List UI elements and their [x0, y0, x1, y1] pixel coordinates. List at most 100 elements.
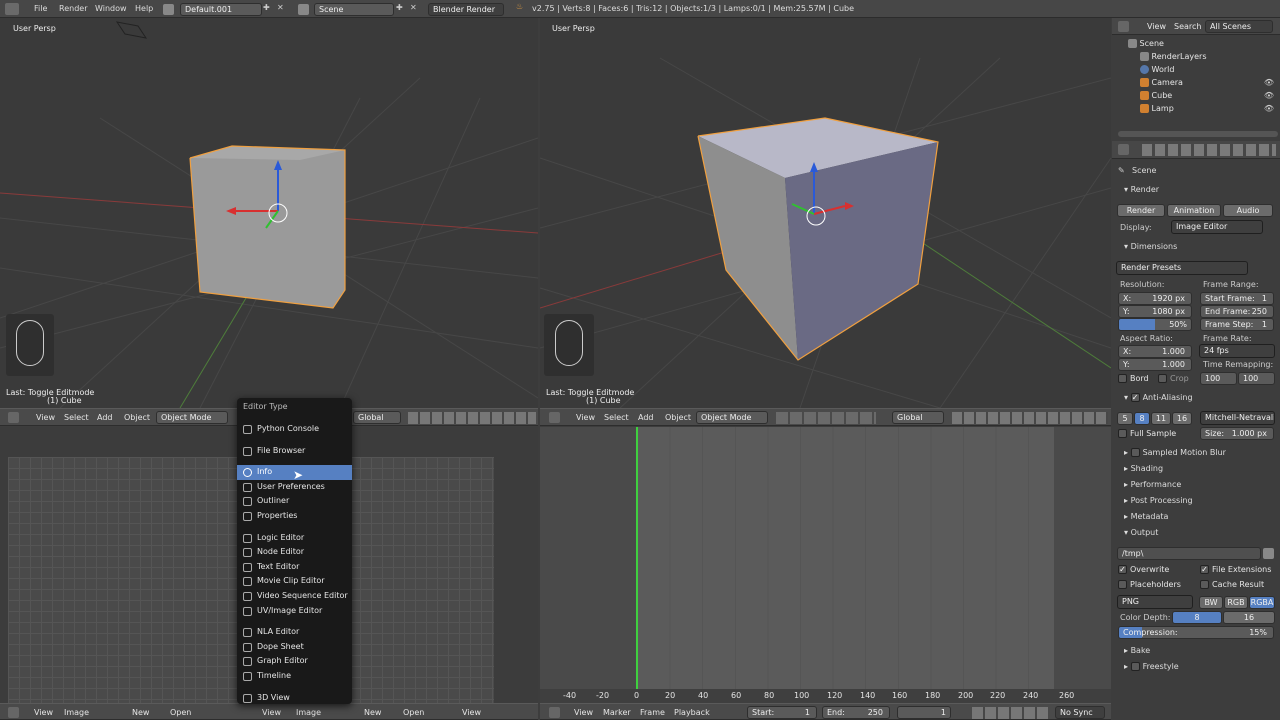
blender-logo-icon[interactable] — [5, 3, 19, 15]
menu-item-timeline[interactable]: Timeline — [237, 669, 352, 684]
open-image-button-2[interactable]: Open — [403, 708, 424, 717]
aa-samples-5[interactable]: 5 — [1117, 412, 1133, 425]
file-format-dropdown[interactable]: PNG — [1117, 595, 1193, 609]
render-button[interactable]: Render — [1117, 204, 1165, 217]
start-frame-field[interactable]: Start: 1 — [747, 706, 817, 719]
time-remap-new-field[interactable]: 100 — [1238, 372, 1275, 385]
outliner-scrollbar[interactable] — [1118, 131, 1278, 137]
start-frame-field[interactable]: Start Frame: 1 — [1200, 292, 1274, 305]
menu-view[interactable]: View — [576, 413, 595, 422]
menu-item-logic-editor[interactable]: Logic Editor — [237, 531, 352, 546]
menu-item-nla-editor[interactable]: NLA Editor — [237, 625, 352, 640]
menu-frame[interactable]: Frame — [640, 708, 665, 717]
render-presets-dropdown[interactable]: Render Presets — [1116, 261, 1248, 275]
file-extensions-checkbox[interactable]: ✓ File Extensions — [1200, 565, 1271, 574]
panel-shading-header[interactable]: ▸ Shading — [1114, 462, 1280, 476]
add-scene-icon[interactable]: ✚ — [396, 3, 403, 12]
properties-context-tabs[interactable] — [1142, 144, 1276, 156]
screen-layout-field[interactable]: Default.001 — [180, 3, 262, 16]
menu-add[interactable]: Add — [97, 413, 113, 422]
menu-item-dope-sheet[interactable]: Dope Sheet — [237, 640, 352, 655]
aa-samples-8[interactable]: 8 — [1134, 412, 1150, 425]
panel-antialiasing-header[interactable]: ▾ ✓ Anti-Aliasing — [1114, 391, 1280, 405]
editor-type-icon[interactable] — [8, 412, 19, 423]
audio-button[interactable]: Audio — [1223, 204, 1273, 217]
color-mode-rgba[interactable]: RGBA — [1249, 596, 1275, 609]
aspect-y-field[interactable]: Y: 1.000 — [1118, 358, 1192, 371]
resolution-percentage-slider[interactable]: 50% — [1118, 318, 1192, 331]
current-frame-field[interactable]: 1 — [897, 706, 951, 719]
pin-icon[interactable]: ✎ — [1118, 166, 1125, 175]
panel-performance-header[interactable]: ▸ Performance — [1114, 478, 1280, 492]
layer-buttons[interactable] — [408, 412, 536, 424]
outliner-item-renderlayers[interactable]: RenderLayers — [1114, 50, 1280, 63]
display-mode-dropdown[interactable]: All Scenes — [1205, 20, 1273, 33]
end-frame-field[interactable]: End: 250 — [822, 706, 890, 719]
playback-controls[interactable] — [972, 707, 1048, 719]
menu-view[interactable]: View — [1147, 22, 1166, 31]
editor-type-icon[interactable] — [1118, 21, 1129, 32]
outliner-item-camera[interactable]: Camera 👁 — [1114, 76, 1280, 89]
open-image-button[interactable]: Open — [170, 708, 191, 717]
aspect-x-field[interactable]: X: 1.000 — [1118, 345, 1192, 358]
outliner-item-world[interactable]: World — [1114, 63, 1280, 76]
color-depth-8[interactable]: 8 — [1172, 611, 1222, 624]
screen-layout-icon[interactable] — [163, 4, 174, 15]
menu-item-properties[interactable]: Properties — [237, 509, 352, 524]
color-mode-rgb[interactable]: RGB — [1224, 596, 1248, 609]
editor-type-icon[interactable] — [8, 707, 19, 718]
menu-select[interactable]: Select — [604, 413, 629, 422]
menu-view[interactable]: View — [574, 708, 593, 717]
crop-checkbox[interactable]: Crop — [1158, 374, 1189, 383]
panel-bake-header[interactable]: ▸ Bake — [1114, 644, 1280, 658]
menu-object[interactable]: Object — [124, 413, 150, 422]
menu-item-video-sequence-editor[interactable]: Video Sequence Editor — [237, 589, 352, 604]
scene-icon[interactable] — [298, 4, 309, 15]
menu-window[interactable]: Window — [95, 0, 127, 18]
outliner-item-cube[interactable]: Cube 👁 — [1114, 89, 1280, 102]
frame-step-field[interactable]: Frame Step: 1 — [1200, 318, 1274, 331]
menu-item-graph-editor[interactable]: Graph Editor — [237, 654, 352, 669]
menu-help[interactable]: Help — [135, 0, 153, 18]
render-engine-dropdown[interactable]: Blender Render — [428, 3, 504, 16]
menu-item-python-console[interactable]: Python Console — [237, 422, 352, 437]
compression-slider[interactable]: Compression: 15% — [1118, 626, 1274, 639]
editor-type-icon[interactable] — [549, 412, 560, 423]
editor-type-icon[interactable] — [1118, 144, 1129, 155]
menu-view-3[interactable]: View — [462, 708, 481, 717]
border-checkbox[interactable]: Bord — [1118, 374, 1149, 383]
add-layout-icon[interactable]: ✚ — [263, 3, 270, 12]
viewport-right[interactable]: User Persp Last: Toggle Editmode (1) Cub… — [540, 18, 1111, 408]
menu-item-text-editor[interactable]: Text Editor — [237, 560, 352, 575]
panel-dimensions-header[interactable]: ▾ Dimensions — [1114, 240, 1280, 254]
menu-view[interactable]: View — [34, 708, 53, 717]
menu-select[interactable]: Select — [64, 413, 89, 422]
aa-filter-dropdown[interactable]: Mitchell-Netravali — [1200, 411, 1275, 425]
new-image-button-2[interactable]: New — [364, 708, 381, 717]
cache-result-checkbox[interactable]: Cache Result — [1200, 580, 1264, 589]
timeline-area[interactable] — [540, 427, 1111, 689]
mode-dropdown[interactable]: Object Mode — [696, 411, 768, 424]
menu-image-2[interactable]: Image — [296, 708, 321, 717]
menu-file[interactable]: File — [34, 0, 47, 18]
aa-samples-16[interactable]: 16 — [1172, 412, 1192, 425]
menu-item-uv-image-editor[interactable]: UV/Image Editor — [237, 604, 352, 619]
resolution-y-field[interactable]: Y: 1080 px — [1118, 305, 1192, 318]
menu-search[interactable]: Search — [1174, 22, 1201, 31]
frame-rate-dropdown[interactable]: 24 fps — [1199, 344, 1275, 358]
mode-dropdown[interactable]: Object Mode — [156, 411, 228, 424]
menu-object[interactable]: Object — [665, 413, 691, 422]
sync-dropdown[interactable]: No Sync — [1055, 706, 1105, 719]
menu-playback[interactable]: Playback — [674, 708, 710, 717]
full-sample-checkbox[interactable]: Full Sample — [1118, 429, 1176, 438]
color-depth-16[interactable]: 16 — [1223, 611, 1275, 624]
panel-freestyle-header[interactable]: ▸ Freestyle — [1114, 660, 1280, 674]
remove-scene-icon[interactable]: ✕ — [410, 3, 417, 12]
outliner-item-lamp[interactable]: Lamp 👁 — [1114, 102, 1280, 115]
output-path-field[interactable]: /tmp\ — [1117, 547, 1261, 560]
editor-type-icon[interactable] — [549, 707, 560, 718]
placeholders-checkbox[interactable]: Placeholders — [1118, 580, 1181, 589]
menu-view[interactable]: View — [36, 413, 55, 422]
folder-icon[interactable] — [1263, 548, 1274, 559]
animation-button[interactable]: Animation — [1167, 204, 1221, 217]
